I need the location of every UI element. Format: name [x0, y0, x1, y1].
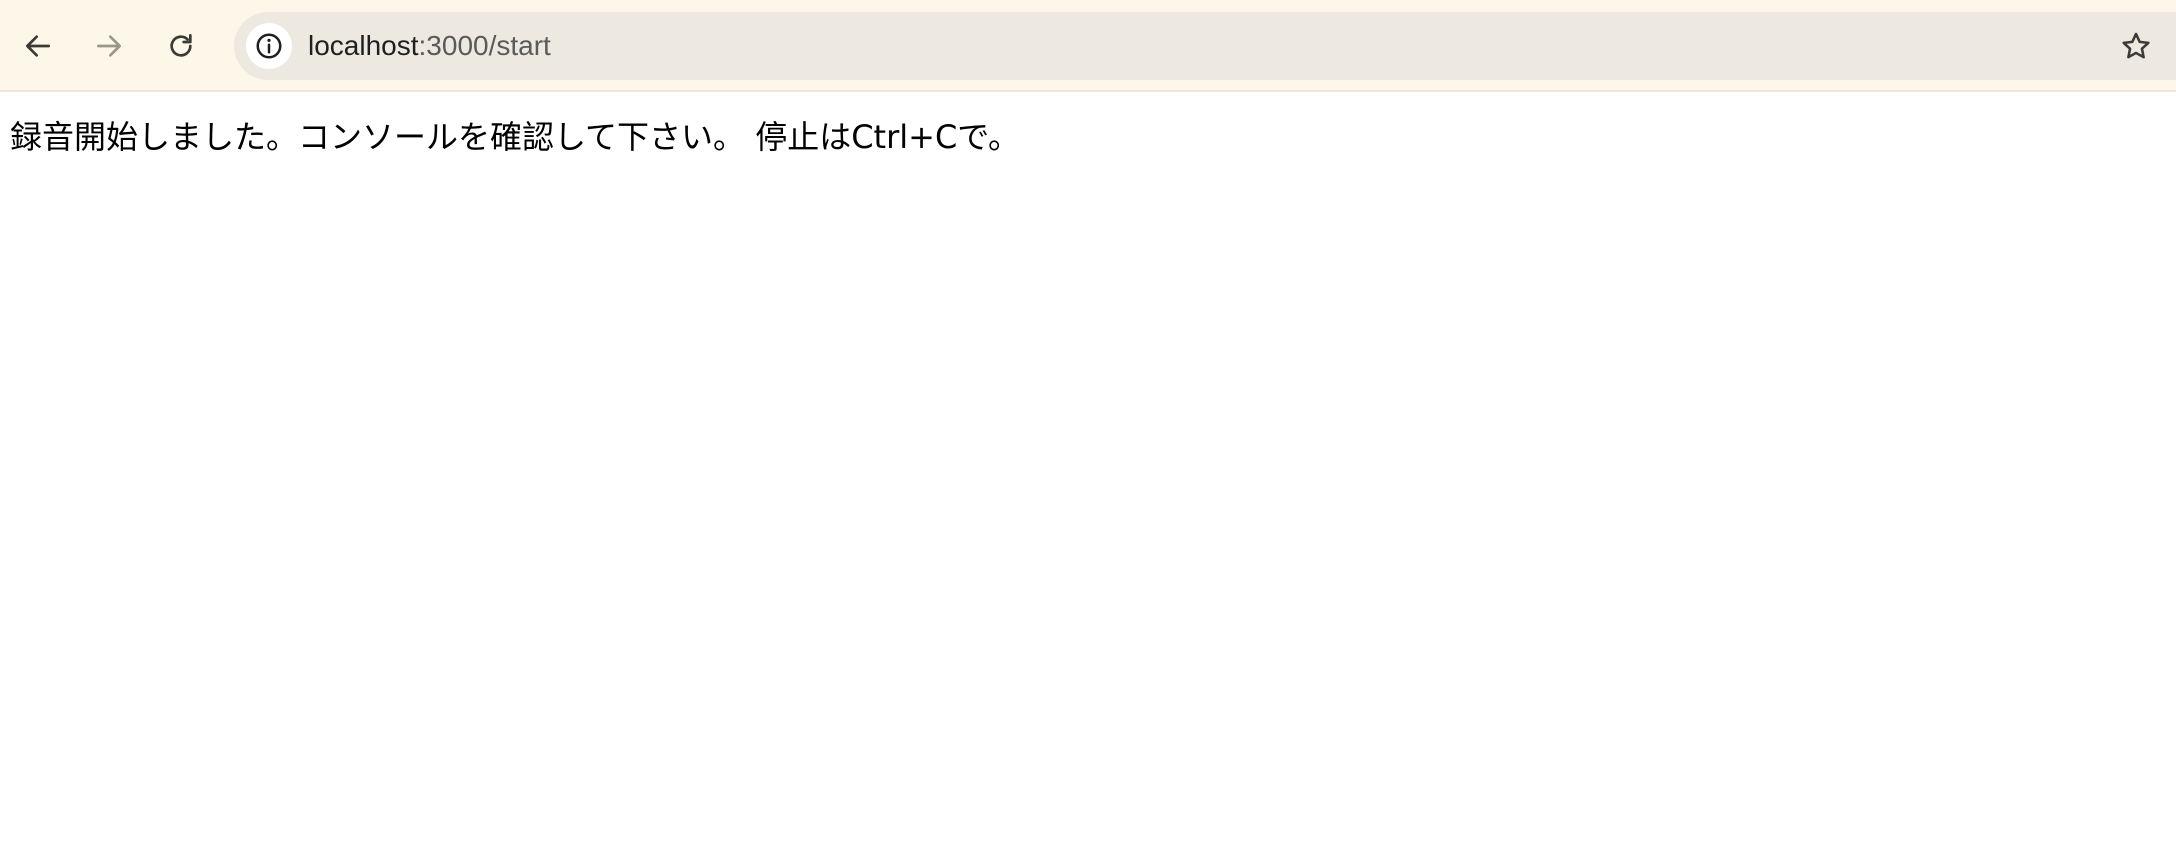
url-host: localhost	[308, 30, 419, 61]
info-icon	[256, 33, 282, 59]
arrow-left-icon	[26, 35, 50, 57]
back-button[interactable]	[10, 18, 66, 74]
address-bar[interactable]: localhost:3000/start	[234, 12, 2176, 80]
status-message: 録音開始しました。コンソールを確認して下さい。 停止はCtrl+Cで。	[10, 118, 1021, 156]
reload-button[interactable]	[153, 18, 209, 74]
bookmark-button[interactable]	[2110, 20, 2162, 72]
url-path: :3000/start	[418, 30, 551, 61]
arrow-right-icon	[97, 35, 121, 57]
star-icon	[2122, 32, 2150, 59]
site-info-button[interactable]	[246, 23, 292, 69]
url-text[interactable]: localhost:3000/start	[308, 12, 551, 80]
forward-button[interactable]	[81, 18, 137, 74]
browser-toolbar: localhost:3000/start	[0, 0, 2176, 92]
reload-icon	[170, 34, 192, 57]
